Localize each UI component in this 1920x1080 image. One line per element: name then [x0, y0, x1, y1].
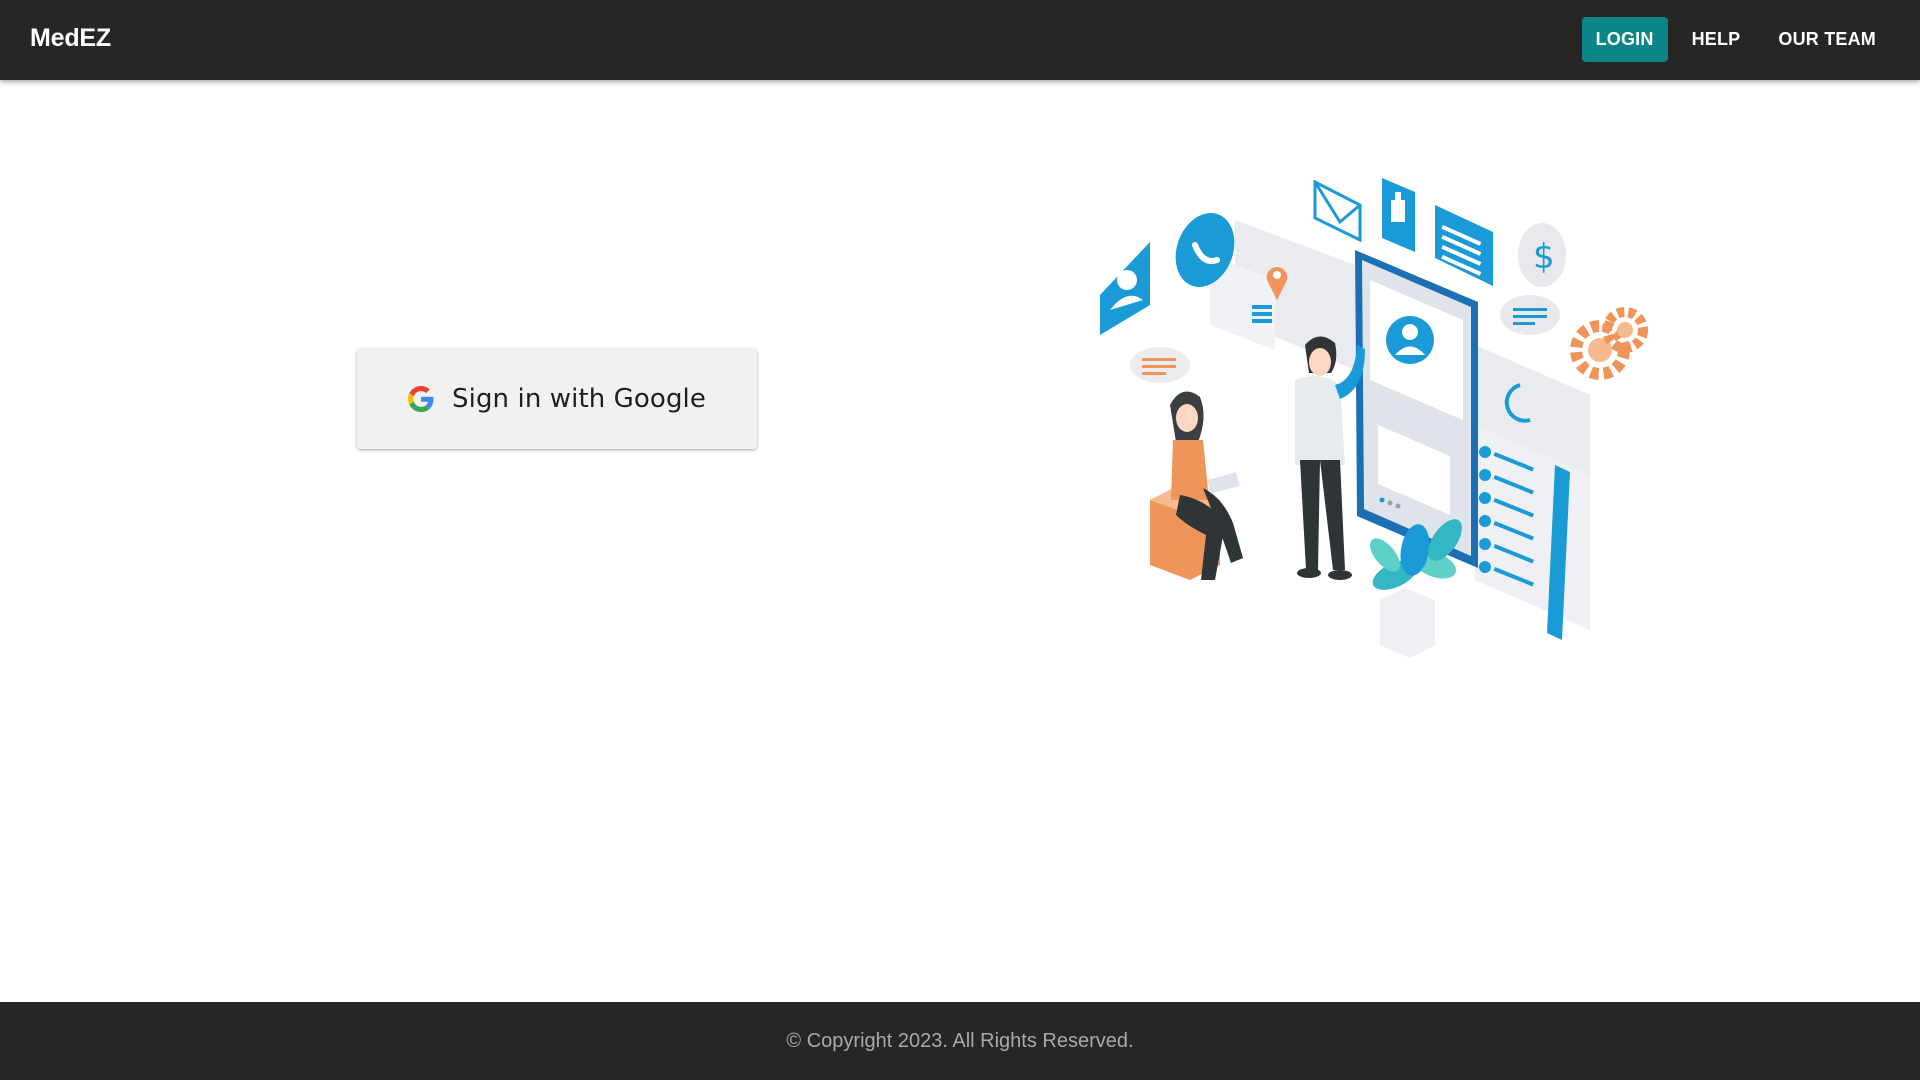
brand-logo[interactable]: MedEZ — [30, 24, 111, 53]
gear-icon — [1570, 307, 1648, 380]
main-nav: LOGIN HELP OUR TEAM — [1581, 17, 1890, 62]
nav-login-button[interactable]: LOGIN — [1581, 17, 1668, 62]
mail-icon — [1313, 179, 1362, 243]
thumbs-up-icon — [1382, 178, 1415, 252]
copyright-text: © Copyright 2023. All Rights Reserved. — [786, 1030, 1134, 1052]
page-footer: © Copyright 2023. All Rights Reserved. — [0, 1002, 1920, 1080]
dollar-icon: $ — [1518, 223, 1566, 287]
svg-text:$: $ — [1533, 237, 1555, 277]
google-g-icon — [408, 386, 434, 412]
woman-figure — [1150, 391, 1243, 580]
man-figure — [1295, 336, 1365, 580]
document-icon — [1435, 205, 1493, 286]
nav-our-team-button[interactable]: OUR TEAM — [1764, 17, 1890, 62]
nav-help-button[interactable]: HELP — [1678, 17, 1755, 62]
user-profile-icon — [1100, 242, 1150, 335]
plant-decoration — [1370, 519, 1462, 658]
phone-device — [1355, 250, 1478, 568]
google-signin-label: Sign in with Google — [452, 384, 706, 414]
login-page: MedEZ LOGIN HELP OUR TEAM Sign in with G… — [0, 0, 1920, 1080]
google-signin-button[interactable]: Sign in with Google — [357, 349, 757, 449]
top-navbar: MedEZ LOGIN HELP OUR TEAM — [0, 0, 1920, 80]
hero-illustration: $ — [1100, 178, 1648, 658]
